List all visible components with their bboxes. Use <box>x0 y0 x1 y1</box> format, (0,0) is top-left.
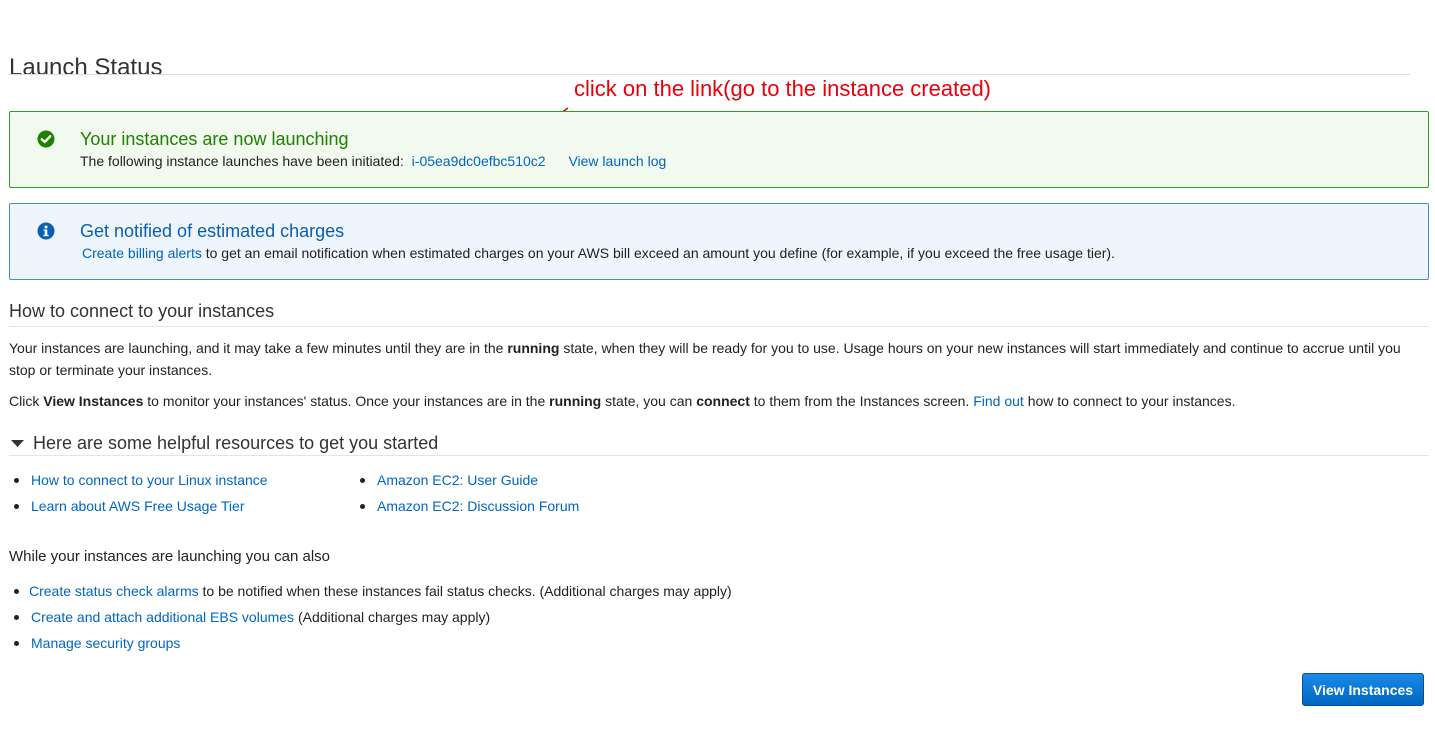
para2-text-4: to them from the Instances screen. <box>749 393 974 409</box>
instance-id-link[interactable]: i-05ea9dc0efbc510c2 <box>412 153 546 169</box>
para2-text-3: state, you can <box>601 393 697 409</box>
list-item: Create and attach additional EBS volumes… <box>9 604 732 630</box>
connect-bold: connect <box>696 393 750 409</box>
also-item-text: (Additional charges may apply) <box>297 609 491 625</box>
manage-security-groups-link[interactable]: Manage security groups <box>31 635 180 651</box>
free-tier-link[interactable]: Learn about AWS Free Usage Tier <box>31 498 244 514</box>
create-status-alarms-link[interactable]: Create status check alarms <box>29 583 199 599</box>
list-item: Manage security groups <box>9 630 732 656</box>
billing-body: Create billing alerts to get an email no… <box>82 245 1115 261</box>
annotation-text: click on the link(go to the instance cre… <box>574 76 992 101</box>
connect-heading: How to connect to your instances <box>9 301 275 321</box>
para2-text-5: how to connect to your instances. <box>1023 393 1236 409</box>
user-guide-link[interactable]: Amazon EC2: User Guide <box>377 472 538 488</box>
create-ebs-volumes-link[interactable]: Create and attach additional EBS volumes <box>31 609 294 625</box>
check-circle-icon <box>37 130 55 148</box>
success-body: The following instance launches have bee… <box>80 153 666 169</box>
find-out-link[interactable]: Find out <box>973 393 1024 409</box>
running-bold: running <box>507 340 560 356</box>
info-circle-icon <box>37 222 55 240</box>
create-billing-alerts-link[interactable]: Create billing alerts <box>82 245 202 261</box>
view-instances-button[interactable]: View Instances <box>1302 673 1424 706</box>
linux-connect-link[interactable]: How to connect to your Linux instance <box>31 472 268 488</box>
discussion-forum-link[interactable]: Amazon EC2: Discussion Forum <box>377 498 579 514</box>
view-instances-bold: View Instances <box>43 393 144 409</box>
para2-text-1: Click <box>9 393 44 409</box>
launching-paragraph: Your instances are launching, and it may… <box>9 337 1419 381</box>
billing-text: to get an email notification when estima… <box>205 245 1115 261</box>
also-item-text: to be notified when these instances fail… <box>202 583 732 599</box>
para2-text-2: to monitor your instances' status. Once … <box>143 393 550 409</box>
resources-divider <box>9 455 1429 456</box>
list-item: Amazon EC2: Discussion Forum <box>355 493 579 519</box>
list-item: Amazon EC2: User Guide <box>355 467 579 493</box>
also-list: Create status check alarms to be notifie… <box>9 578 732 656</box>
connect-divider <box>9 326 1429 327</box>
view-instances-paragraph: Click View Instances to monitor your ins… <box>9 390 1419 412</box>
success-heading: Your instances are now launching <box>80 129 349 149</box>
running-bold-2: running <box>549 393 602 409</box>
para1-text-before: Your instances are launching, and it may… <box>9 340 508 356</box>
resources-left-list: How to connect to your Linux instance Le… <box>9 467 268 519</box>
list-item: How to connect to your Linux instance <box>9 467 268 493</box>
list-item: Create status check alarms to be notifie… <box>9 578 732 604</box>
page-title: Launch Status <box>9 54 163 82</box>
billing-heading: Get notified of estimated charges <box>80 221 345 241</box>
resources-heading: Here are some helpful resources to get y… <box>33 433 439 453</box>
view-launch-log-link[interactable]: View launch log <box>568 153 666 169</box>
caret-down-icon <box>11 440 24 447</box>
billing-info-alert: Get notified of estimated charges Create… <box>9 203 1429 280</box>
list-item: Learn about AWS Free Usage Tier <box>9 493 268 519</box>
success-text: The following instance launches have bee… <box>80 153 404 169</box>
resources-right-list: Amazon EC2: User Guide Amazon EC2: Discu… <box>355 467 579 519</box>
launch-success-alert: Your instances are now launching The fol… <box>9 111 1429 188</box>
while-launching-heading: While your instances are launching you c… <box>9 548 331 565</box>
title-divider <box>9 74 1410 75</box>
